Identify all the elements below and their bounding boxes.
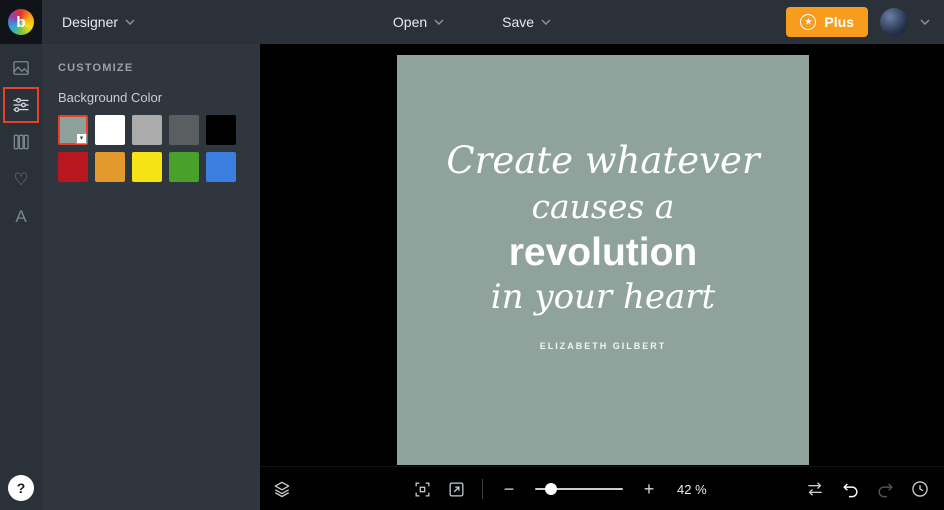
redo-button[interactable] bbox=[871, 475, 899, 503]
zoom-slider-knob[interactable] bbox=[545, 483, 557, 495]
open-menu[interactable]: Open bbox=[385, 8, 452, 36]
quote-line-3: revolution bbox=[508, 231, 698, 274]
quote-line-2: causes a bbox=[531, 187, 675, 226]
zoom-percentage: 42 % bbox=[677, 481, 707, 497]
swap-arrows-icon bbox=[808, 482, 822, 496]
star-icon: ★ bbox=[800, 14, 817, 30]
brand-icon: b bbox=[8, 9, 34, 35]
switch-template-button[interactable] bbox=[801, 475, 829, 503]
quote-attribution: ELIZABETH GILBERT bbox=[539, 341, 667, 351]
quote-line-4: in your heart bbox=[490, 277, 716, 317]
undo-button[interactable] bbox=[836, 475, 864, 503]
history-clock-icon bbox=[912, 481, 928, 497]
zoom-slider[interactable] bbox=[535, 475, 623, 503]
redo-icon bbox=[878, 482, 893, 497]
plus-button[interactable]: ★ Plus bbox=[786, 7, 868, 37]
swatch-green[interactable] bbox=[169, 152, 199, 182]
sidebar-item-graphics[interactable]: ♡ bbox=[0, 165, 42, 193]
sidebar-item-layouts[interactable] bbox=[0, 128, 42, 156]
columns-icon bbox=[13, 134, 29, 150]
app-window: b Designer Open Save ★ Plus ♡ A ? CUSTOM… bbox=[0, 0, 944, 510]
save-menu[interactable]: Save bbox=[494, 8, 559, 36]
image-icon bbox=[13, 61, 29, 75]
canvas-area: Create whatever causes a revolution in y… bbox=[260, 44, 944, 510]
panel-header: CUSTOMIZE bbox=[58, 62, 134, 74]
swatch-amber[interactable] bbox=[95, 152, 125, 182]
layers-button[interactable] bbox=[268, 475, 296, 503]
history-button[interactable] bbox=[906, 475, 934, 503]
brand-letter: b bbox=[16, 13, 26, 31]
avatar[interactable] bbox=[880, 8, 908, 36]
swatch-grid: ▾ bbox=[42, 115, 260, 182]
chevron-down-icon bbox=[541, 19, 551, 25]
chevron-down-icon[interactable] bbox=[920, 19, 930, 25]
swatch-sage-green[interactable]: ▾ bbox=[58, 115, 88, 145]
layers-icon bbox=[274, 481, 290, 498]
chevron-down-icon bbox=[434, 19, 444, 25]
zoom-in-button[interactable]: + bbox=[635, 475, 663, 503]
background-color-label: Background Color bbox=[58, 90, 163, 105]
fit-to-screen-button[interactable] bbox=[408, 475, 436, 503]
swatch-white[interactable] bbox=[95, 115, 125, 145]
customize-panel: CUSTOMIZE Background Color ▾ bbox=[42, 44, 260, 510]
zoom-out-button[interactable]: − bbox=[495, 475, 523, 503]
designer-menu-label: Designer bbox=[62, 14, 119, 30]
history-controls bbox=[801, 475, 934, 503]
swatch-dark-gray[interactable] bbox=[169, 115, 199, 145]
swatch-black[interactable] bbox=[206, 115, 236, 145]
swatch-crimson[interactable] bbox=[58, 152, 88, 182]
swatch-caret-icon[interactable]: ▾ bbox=[76, 133, 87, 144]
topbar-center: Open Save bbox=[385, 0, 559, 44]
open-preview-icon bbox=[449, 482, 463, 496]
swatch-light-gray[interactable] bbox=[132, 115, 162, 145]
text-icon: A bbox=[15, 206, 27, 226]
sliders-icon bbox=[13, 97, 29, 113]
save-menu-label: Save bbox=[502, 14, 535, 30]
plus-button-label: Plus bbox=[824, 14, 854, 30]
heart-icon: ♡ bbox=[13, 169, 29, 189]
quote-line-1: Create whatever bbox=[446, 139, 760, 182]
undo-icon bbox=[842, 482, 857, 497]
sidebar-item-text[interactable]: A bbox=[0, 202, 42, 230]
fit-to-screen-icon bbox=[415, 482, 429, 496]
open-menu-label: Open bbox=[392, 14, 428, 30]
chevron-down-icon bbox=[125, 19, 135, 25]
actual-size-button[interactable] bbox=[442, 475, 470, 503]
bottom-toolbar: − + 42 % bbox=[260, 466, 944, 510]
toolbar-divider bbox=[482, 479, 483, 499]
design-artboard[interactable]: Create whatever causes a revolution in y… bbox=[397, 55, 809, 465]
sidebar-item-customize[interactable] bbox=[0, 87, 42, 123]
swatch-blue[interactable] bbox=[206, 152, 236, 182]
designer-menu[interactable]: Designer bbox=[54, 8, 143, 36]
tool-sidebar: ♡ A ? bbox=[0, 44, 42, 510]
swatch-yellow[interactable] bbox=[132, 152, 162, 182]
zoom-controls: − + 42 % bbox=[408, 475, 707, 503]
befunky-logo[interactable]: b bbox=[0, 0, 42, 44]
sidebar-item-image[interactable] bbox=[0, 54, 42, 82]
topbar: b Designer Open Save ★ Plus bbox=[0, 0, 944, 44]
topbar-right: ★ Plus bbox=[786, 0, 930, 44]
help-button[interactable]: ? bbox=[8, 475, 34, 501]
